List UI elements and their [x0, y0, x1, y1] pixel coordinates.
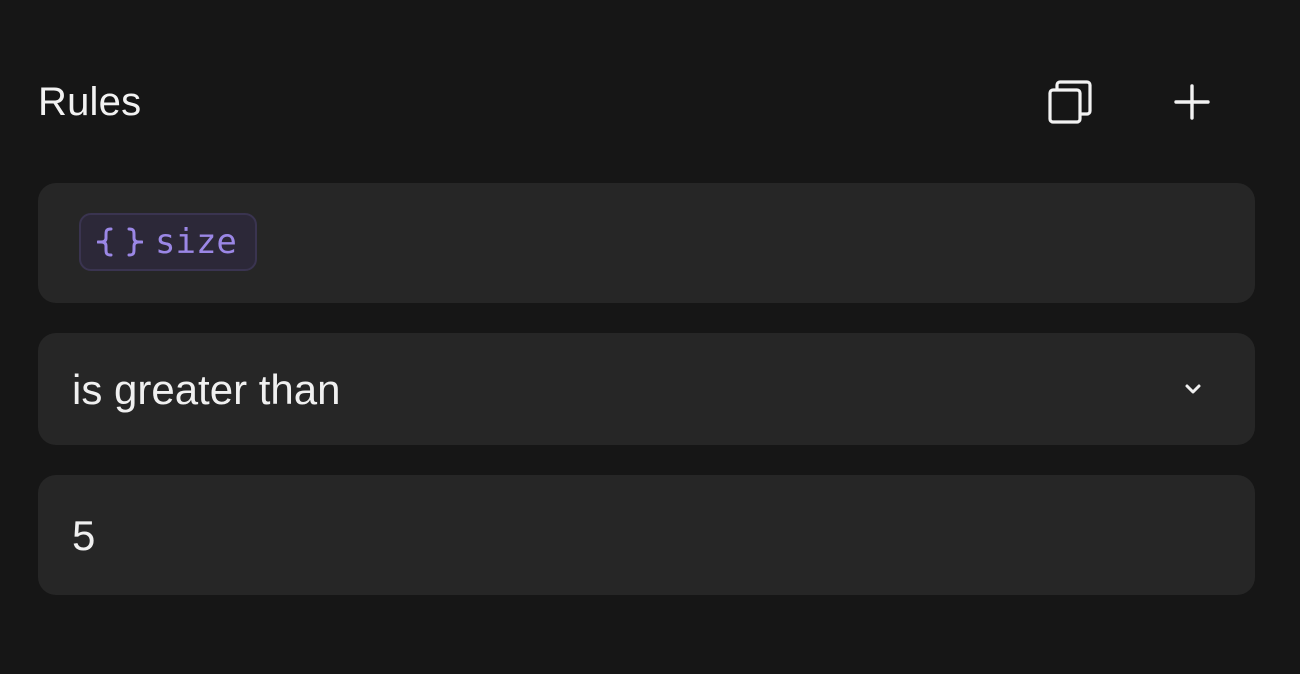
plus-icon: [1172, 82, 1212, 122]
rules-header: Rules: [38, 72, 1218, 132]
operator-select[interactable]: is greater than: [38, 333, 1255, 445]
chevron-down-icon: [1179, 375, 1207, 403]
value-input[interactable]: [72, 511, 1212, 561]
value-field: [38, 475, 1255, 595]
copy-icon: [1046, 78, 1094, 126]
variable-chip[interactable]: size: [79, 213, 257, 271]
variable-field[interactable]: size: [38, 183, 1255, 303]
operator-selected-value: is greater than: [72, 366, 341, 413]
add-rule-button[interactable]: [1164, 74, 1220, 130]
braces-icon: [97, 226, 143, 258]
rules-panel: Rules size is greater than 5: [0, 0, 1300, 674]
panel-title: Rules: [38, 80, 142, 124]
variable-name: size: [155, 222, 237, 262]
copy-button[interactable]: [1042, 74, 1098, 130]
